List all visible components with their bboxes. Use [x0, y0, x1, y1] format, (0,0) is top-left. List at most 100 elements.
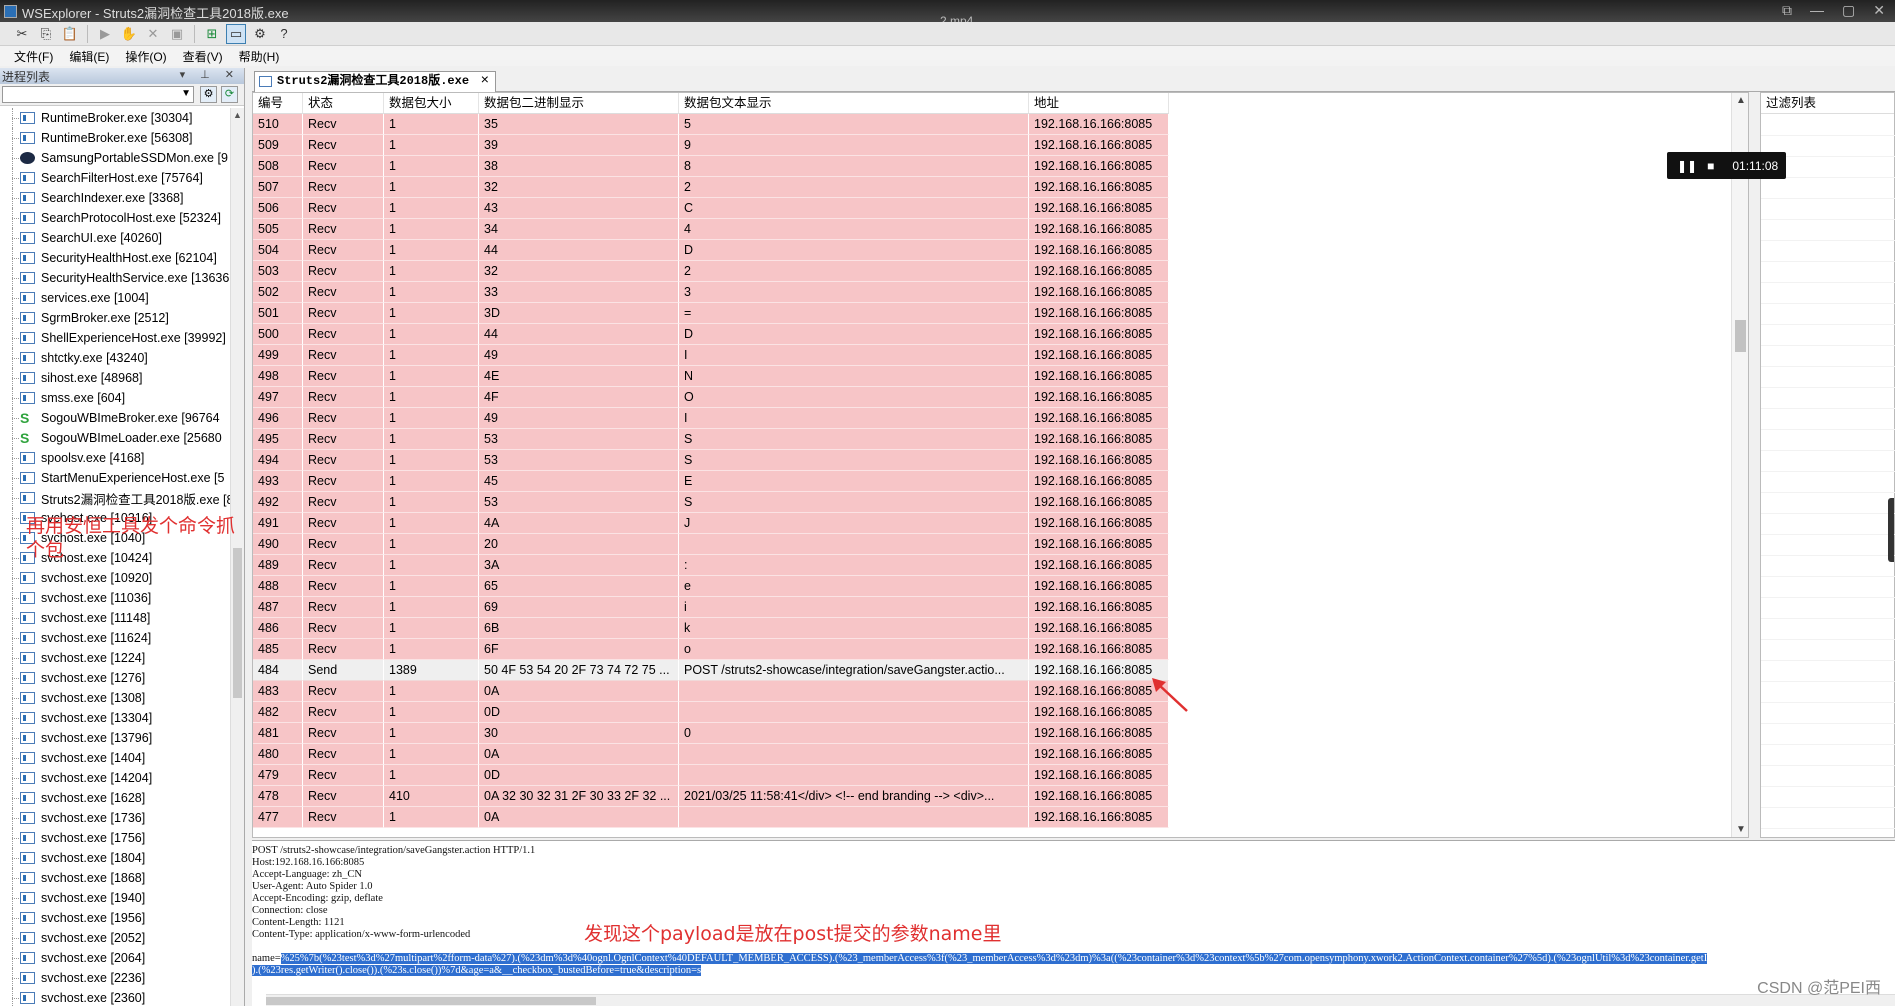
window-view-icon[interactable]: ▭ — [226, 23, 246, 44]
table-row[interactable]: 504 Recv 1 44 D 192.168.16.166:8085 — [253, 240, 1169, 261]
process-item[interactable]: SecurityHealthHost.exe [62104] — [0, 248, 230, 268]
refresh-button[interactable]: ⟳ — [221, 86, 238, 103]
table-row[interactable]: 482 Recv 1 0D 192.168.16.166:8085 — [253, 702, 1169, 723]
table-row[interactable]: 486 Recv 1 6B k 192.168.16.166:8085 — [253, 618, 1169, 639]
table-row[interactable]: 505 Recv 1 34 4 192.168.16.166:8085 — [253, 219, 1169, 240]
process-item[interactable]: SearchProtocolHost.exe [52324] — [0, 208, 230, 228]
menu-view[interactable]: 查看(V) — [183, 48, 223, 65]
cut-icon[interactable]: ✂ — [12, 24, 32, 44]
process-item[interactable]: svchost.exe [1308] — [0, 688, 230, 708]
table-row[interactable]: 477 Recv 1 0A 192.168.16.166:8085 — [253, 807, 1169, 828]
column-header-status[interactable]: 状态 — [303, 93, 384, 114]
table-row[interactable]: 487 Recv 1 69 i 192.168.16.166:8085 — [253, 597, 1169, 618]
table-row[interactable]: 499 Recv 1 49 I 192.168.16.166:8085 — [253, 345, 1169, 366]
table-row[interactable]: 493 Recv 1 45 E 192.168.16.166:8085 — [253, 471, 1169, 492]
process-item[interactable]: RuntimeBroker.exe [30304] — [0, 108, 230, 128]
save-icon[interactable]: ▣ — [167, 24, 187, 44]
hand-icon[interactable]: ✋ — [119, 24, 139, 44]
process-item[interactable]: svchost.exe [13796] — [0, 728, 230, 748]
help-icon[interactable]: ? — [274, 24, 294, 44]
maximize-icon[interactable]: ▢ — [1842, 2, 1855, 19]
process-item[interactable]: svchost.exe [1956] — [0, 908, 230, 928]
process-item[interactable]: svchost.exe [2052] — [0, 928, 230, 948]
table-row[interactable]: 510 Recv 1 35 5 192.168.16.166:8085 — [253, 114, 1169, 135]
process-item[interactable]: S SogouWBImeBroker.exe [96764 — [0, 408, 230, 428]
process-item[interactable]: StartMenuExperienceHost.exe [5 — [0, 468, 230, 488]
table-row[interactable]: 490 Recv 1 20 192.168.16.166:8085 — [253, 534, 1169, 555]
column-header-text[interactable]: 数据包文本显示 — [679, 93, 1029, 114]
menu-file[interactable]: 文件(F) — [14, 48, 53, 65]
settings-icon[interactable]: ⚙ — [250, 24, 270, 44]
process-item[interactable]: svchost.exe [1736] — [0, 808, 230, 828]
paste-icon[interactable]: 📋 — [60, 24, 80, 44]
process-item[interactable]: svchost.exe [2360] — [0, 988, 230, 1006]
table-row[interactable]: 506 Recv 1 43 C 192.168.16.166:8085 — [253, 198, 1169, 219]
process-item[interactable]: Struts2漏洞检查工具2018版.exe [8 — [0, 488, 230, 508]
table-row[interactable]: 496 Recv 1 49 I 192.168.16.166:8085 — [253, 408, 1169, 429]
column-header-address[interactable]: 地址 — [1029, 93, 1169, 114]
process-item[interactable]: SgrmBroker.exe [2512] — [0, 308, 230, 328]
process-item[interactable]: SecurityHealthService.exe [13636 — [0, 268, 230, 288]
stop-icon[interactable]: ■ — [1707, 159, 1714, 173]
table-row[interactable]: 497 Recv 1 4F O 192.168.16.166:8085 — [253, 387, 1169, 408]
column-header-id[interactable]: 编号 — [253, 93, 303, 114]
table-row[interactable]: 488 Recv 1 65 e 192.168.16.166:8085 — [253, 576, 1169, 597]
process-item[interactable]: svchost.exe [11036] — [0, 588, 230, 608]
column-header-size[interactable]: 数据包大小 — [384, 93, 479, 114]
process-item[interactable]: svchost.exe [13304] — [0, 708, 230, 728]
side-handle[interactable] — [1888, 498, 1894, 562]
table-row[interactable]: 481 Recv 1 30 0 192.168.16.166:8085 — [253, 723, 1169, 744]
process-item[interactable]: svchost.exe [2064] — [0, 948, 230, 968]
close-window-icon[interactable]: ✕ — [1873, 2, 1885, 19]
play-icon[interactable]: ▶ — [95, 24, 115, 44]
process-item[interactable]: svchost.exe [11624] — [0, 628, 230, 648]
process-item[interactable]: smss.exe [604] — [0, 388, 230, 408]
table-row[interactable]: 479 Recv 1 0D 192.168.16.166:8085 — [253, 765, 1169, 786]
table-row[interactable]: 509 Recv 1 39 9 192.168.16.166:8085 — [253, 135, 1169, 156]
table-row[interactable]: 485 Recv 1 6F o 192.168.16.166:8085 — [253, 639, 1169, 660]
process-item[interactable]: svchost.exe [11148] — [0, 608, 230, 628]
menu-help[interactable]: 帮助(H) — [239, 48, 280, 65]
scroll-up-icon[interactable]: ▲ — [233, 110, 242, 120]
menu-edit[interactable]: 编辑(E) — [69, 48, 109, 65]
table-row[interactable]: 483 Recv 1 0A 192.168.16.166:8085 — [253, 681, 1169, 702]
scroll-up-icon[interactable]: ▲ — [1736, 95, 1746, 106]
picture-in-picture-icon[interactable]: ⧉ — [1782, 2, 1792, 19]
process-item[interactable]: svchost.exe [1404] — [0, 748, 230, 768]
process-item[interactable]: svchost.exe [1276] — [0, 668, 230, 688]
delete-icon[interactable]: ✕ — [143, 24, 163, 44]
table-row[interactable]: 507 Recv 1 32 2 192.168.16.166:8085 — [253, 177, 1169, 198]
table-row[interactable]: 495 Recv 1 53 S 192.168.16.166:8085 — [253, 429, 1169, 450]
close-tab-icon[interactable]: × — [481, 72, 489, 91]
process-item[interactable]: svchost.exe [1628] — [0, 788, 230, 808]
process-item[interactable]: SamsungPortableSSDMon.exe [9 — [0, 148, 230, 168]
scroll-down-icon[interactable]: ▼ — [1736, 824, 1746, 835]
table-row[interactable]: 498 Recv 1 4E N 192.168.16.166:8085 — [253, 366, 1169, 387]
process-item[interactable]: svchost.exe [1868] — [0, 868, 230, 888]
panel-controls[interactable]: ▾ ⊥ ✕ — [180, 68, 240, 81]
table-row[interactable]: 508 Recv 1 38 8 192.168.16.166:8085 — [253, 156, 1169, 177]
table-row[interactable]: 502 Recv 1 33 3 192.168.16.166:8085 — [253, 282, 1169, 303]
process-filter-dropdown[interactable]: ▼ — [2, 86, 194, 103]
table-row[interactable]: 478 Recv 410 0A 32 30 32 31 2F 30 33 2F 32 … — [253, 786, 1169, 807]
process-item[interactable]: svchost.exe [1804] — [0, 848, 230, 868]
process-item[interactable]: SearchUI.exe [40260] — [0, 228, 230, 248]
process-item[interactable]: spoolsv.exe [4168] — [0, 448, 230, 468]
process-item[interactable]: svchost.exe [1756] — [0, 828, 230, 848]
process-item[interactable]: services.exe [1004] — [0, 288, 230, 308]
process-item[interactable]: svchost.exe [1940] — [0, 888, 230, 908]
raw-packet-view[interactable]: POST /struts2-showcase/integration/saveG… — [252, 840, 1895, 1006]
table-row[interactable]: 491 Recv 1 4A J 192.168.16.166:8085 — [253, 513, 1169, 534]
process-item[interactable]: SearchFilterHost.exe [75764] — [0, 168, 230, 188]
scrollbar-thumb[interactable] — [233, 548, 242, 698]
table-row[interactable]: 494 Recv 1 53 S 192.168.16.166:8085 — [253, 450, 1169, 471]
table-row[interactable]: 492 Recv 1 53 S 192.168.16.166:8085 — [253, 492, 1169, 513]
process-item[interactable]: sihost.exe [48968] — [0, 368, 230, 388]
process-options-button[interactable]: ⚙ — [200, 86, 217, 103]
process-item[interactable]: svchost.exe [2236] — [0, 968, 230, 988]
packet-table-scrollbar[interactable]: ▲ ▼ — [1731, 93, 1748, 837]
process-item[interactable]: svchost.exe [1224] — [0, 648, 230, 668]
scrollbar-thumb[interactable] — [1735, 320, 1746, 352]
table-row[interactable]: 480 Recv 1 0A 192.168.16.166:8085 — [253, 744, 1169, 765]
process-item[interactable]: S SogouWBImeLoader.exe [25680 — [0, 428, 230, 448]
